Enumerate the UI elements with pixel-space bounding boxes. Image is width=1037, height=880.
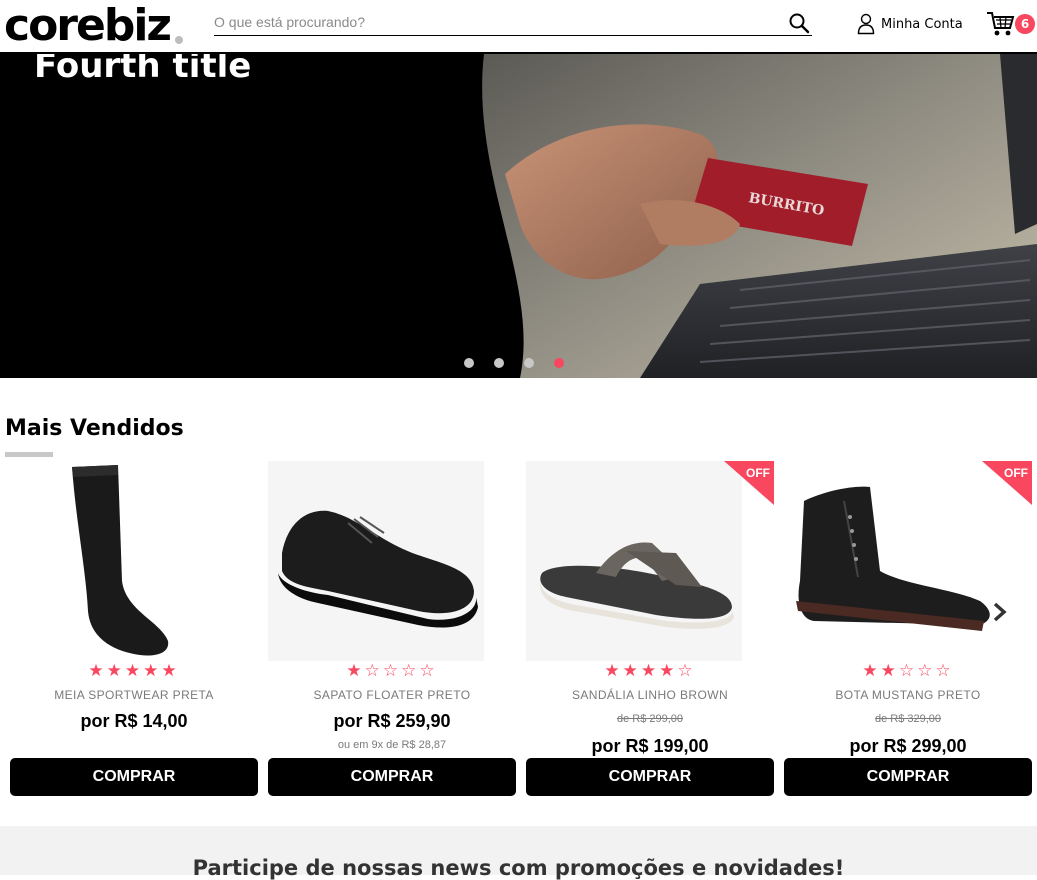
banner-title: Fourth title xyxy=(34,54,252,86)
product-image[interactable] xyxy=(10,461,258,661)
sock-image xyxy=(72,465,169,656)
product-card[interactable]: ★☆☆☆☆ SAPATO FLOATER PRETO por R$ 259,90… xyxy=(268,461,516,797)
product-price: por R$ 199,00 xyxy=(591,736,709,756)
logo[interactable]: corebiz xyxy=(4,2,172,50)
chevron-right-icon[interactable] xyxy=(990,600,1010,624)
carousel-dots xyxy=(464,358,564,368)
cart-button[interactable]: 6 xyxy=(986,10,1035,40)
banner-image: BURRITO xyxy=(482,54,1037,378)
newsletter-section: Participe de nossas news com promoções e… xyxy=(0,826,1037,880)
product-card[interactable]: OFF ★★★★☆ SANDÁLIA LINHO BROWN de R$ 299… xyxy=(526,461,774,797)
boot-image xyxy=(796,486,990,631)
my-account-link[interactable]: Minha Conta xyxy=(857,12,963,36)
rating-stars: ★★☆☆☆ xyxy=(862,661,954,680)
shoe-image xyxy=(278,510,478,628)
off-badge: OFF xyxy=(724,461,774,505)
section-title: Mais Vendidos xyxy=(5,416,184,441)
rating-stars: ★★★★☆ xyxy=(604,661,696,680)
product-image[interactable] xyxy=(268,461,516,661)
product-name[interactable]: SANDÁLIA LINHO BROWN xyxy=(526,688,774,702)
buy-button[interactable]: COMPRAR xyxy=(268,758,516,796)
old-price: de R$ 329,00 xyxy=(874,713,942,725)
logo-dot xyxy=(175,36,183,44)
cart-count-badge: 6 xyxy=(1015,14,1035,34)
cart-icon xyxy=(987,12,1015,36)
carousel-dot-2[interactable] xyxy=(494,358,504,368)
off-badge-label: OFF xyxy=(746,466,770,480)
old-price: de R$ 299,00 xyxy=(616,713,684,725)
newsletter-title: Participe de nossas news com promoções e… xyxy=(192,856,845,880)
product-price: por R$ 299,00 xyxy=(849,736,967,756)
off-badge: OFF xyxy=(982,461,1032,505)
product-shelf: ★★★★★ MEIA SPORTWEAR PRETA por R$ 14,00 … xyxy=(10,461,1032,801)
buy-button[interactable]: COMPRAR xyxy=(526,758,774,796)
rating-stars: ★★★★★ xyxy=(88,661,180,680)
product-price: por R$ 259,90 xyxy=(333,711,451,731)
product-name[interactable]: SAPATO FLOATER PRETO xyxy=(268,688,516,702)
buy-button[interactable]: COMPRAR xyxy=(784,758,1032,796)
installments-text: ou em 9x de R$ 28,87 xyxy=(337,739,447,751)
search-bar xyxy=(214,10,812,36)
carousel-dot-1[interactable] xyxy=(464,358,474,368)
carousel-dot-3[interactable] xyxy=(524,358,534,368)
product-price: por R$ 14,00 xyxy=(80,711,188,731)
product-card[interactable]: OFF ★★☆☆☆ BOTA MUSTANG PRETO de R$ 329,0… xyxy=(784,461,1032,797)
hero-banner: BURRITO Fourth title xyxy=(0,54,1037,378)
sandal-image xyxy=(539,542,734,629)
product-name[interactable]: BOTA MUSTANG PRETO xyxy=(784,688,1032,702)
site-header: corebiz Minha Conta 6 xyxy=(0,0,1037,54)
off-badge-label: OFF xyxy=(1004,466,1028,480)
product-card[interactable]: ★★★★★ MEIA SPORTWEAR PRETA por R$ 14,00 … xyxy=(10,461,258,797)
my-account-label: Minha Conta xyxy=(881,16,963,32)
section-underline xyxy=(5,452,53,457)
product-name[interactable]: MEIA SPORTWEAR PRETA xyxy=(10,688,258,702)
search-input[interactable] xyxy=(214,10,774,34)
user-icon xyxy=(857,13,875,35)
carousel-dot-4[interactable] xyxy=(554,358,564,368)
buy-button[interactable]: COMPRAR xyxy=(10,758,258,796)
rating-stars: ★☆☆☆☆ xyxy=(346,661,438,680)
search-icon[interactable] xyxy=(788,12,810,34)
